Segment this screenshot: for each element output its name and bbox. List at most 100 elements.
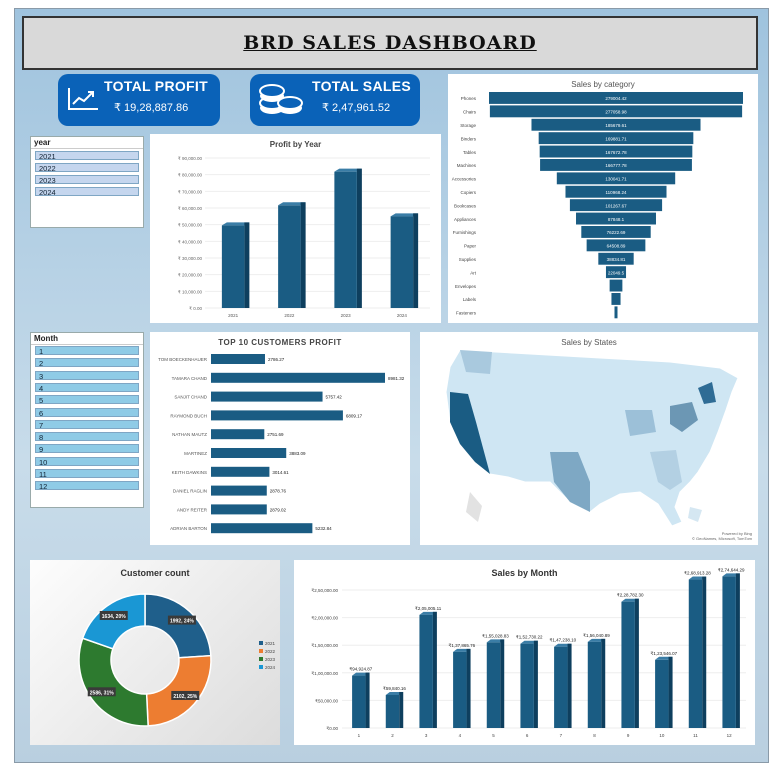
total-profit-card: TOTAL PROFIT ₹ 19,28,887.86	[58, 74, 220, 126]
month-slicer-item-3[interactable]: 3	[35, 370, 139, 381]
bar-side	[668, 656, 673, 728]
donut-data-label: 1634, 20%	[102, 614, 126, 620]
y-tick-label: ₹ 0.00	[189, 306, 202, 311]
month-slicer-item-9[interactable]: 9	[35, 444, 139, 454]
y-tick-label: ₹ 50,000.00	[178, 223, 203, 228]
customer-value-label: 8981.32	[388, 376, 405, 381]
x-tick-label: 3	[425, 733, 428, 738]
y-tick-label: ₹ 10,000.00	[178, 289, 203, 294]
month-slicer-item-5[interactable]: 5	[35, 395, 139, 405]
category-value-label: 87848.1	[608, 217, 625, 222]
bar-side	[567, 643, 572, 728]
month-slicer: Month 1 2 3 4 5 6 7 8 9 10 11 12	[30, 332, 144, 508]
x-tick-label: 2021	[228, 313, 239, 318]
category-label: Binders	[461, 136, 477, 141]
sales-by-category-plot: Phones 279004.42 Chairs 277058.98 Storage 185…	[452, 92, 743, 319]
category-label: Accessories	[452, 177, 477, 182]
category-label: Storage	[460, 123, 476, 128]
month-bar-9	[621, 601, 635, 728]
legend-swatch	[259, 641, 263, 645]
legend-label: 2021	[265, 641, 276, 646]
legend-label: 2022	[265, 649, 276, 654]
customer-name-label: MARTINEZ	[184, 451, 207, 456]
category-value-label: 38834.81	[607, 257, 626, 262]
x-tick-label: 6	[526, 733, 529, 738]
month-slicer-item-12[interactable]: 12	[35, 481, 139, 491]
month-value-label: ₹1,23,546.07	[651, 651, 678, 656]
category-value-label: 277058.98	[605, 110, 627, 115]
month-slicer-item-10[interactable]: 10	[35, 456, 139, 467]
customer-bar	[211, 354, 265, 364]
month-value-label: ₹1,52,730.22	[516, 635, 543, 640]
category-label: Furnishings	[453, 230, 477, 235]
month-slicer-item-1[interactable]: 1	[35, 346, 139, 356]
x-tick-label: 8	[593, 733, 596, 738]
customer-value-label: 5232.84	[315, 526, 332, 531]
category-value-label: 64508.89	[607, 244, 626, 249]
donut-data-label: 1992, 24%	[170, 619, 194, 625]
dashboard-title: BRD SALES DASHBOARD	[243, 32, 537, 54]
year-slicer-title: year	[31, 137, 143, 149]
total-sales-title: TOTAL SALES	[312, 78, 411, 94]
month-value-label: ₹1,56,040.89	[583, 633, 610, 638]
profit-bar-2022	[278, 205, 301, 308]
y-tick-label: ₹ 80,000.00	[178, 173, 203, 178]
category-value-label: 76222.69	[607, 230, 626, 235]
customer-count-chart: Customer count 1992, 24% 2102, 25% 2586, 3…	[30, 560, 280, 745]
x-tick-label: 1	[358, 733, 361, 738]
customer-bar	[211, 372, 385, 383]
year-slicer-item-2024[interactable]: 2024	[35, 187, 139, 197]
month-slicer-item-11[interactable]: 11	[35, 469, 139, 479]
y-tick-label: ₹50,000.00	[315, 698, 338, 703]
category-label: Fasteners	[456, 311, 477, 316]
coins-icon	[259, 84, 303, 114]
month-bar-7	[554, 646, 568, 728]
customer-bar	[211, 523, 313, 534]
customer-value-label: 5757.42	[326, 395, 343, 400]
year-slicer-item-2022[interactable]: 2022	[35, 163, 139, 173]
x-tick-label: 11	[693, 733, 698, 738]
month-bar-5	[486, 642, 501, 728]
x-tick-label: 7	[560, 733, 563, 738]
total-sales-card: TOTAL SALES ₹ 2,47,961.52	[250, 74, 420, 126]
sales-by-category-chart: Sales by category Phones 279004.42 Chairs 2…	[448, 74, 758, 323]
us-states-map[interactable]	[420, 332, 758, 545]
y-tick-label: ₹ 90,000.00	[178, 156, 203, 161]
category-label: Chairs	[463, 110, 477, 115]
profit-by-year-plot: ₹ 0.00 ₹ 10,000.00 ₹ 20,000.00 ₹ 30,000.00 ₹…	[178, 156, 430, 318]
y-tick-label: ₹ 40,000.00	[178, 239, 203, 244]
bar-side	[634, 598, 639, 728]
month-slicer-item-8[interactable]: 8	[35, 432, 139, 442]
year-slicer-item-2021[interactable]: 2021	[35, 151, 139, 161]
month-slicer-item-4[interactable]: 4	[35, 382, 139, 393]
customer-name-label: TAMARA CHAND	[172, 376, 208, 381]
bar-side	[702, 576, 707, 728]
month-bar-12	[722, 576, 736, 728]
legend-swatch	[259, 649, 263, 653]
x-tick-label: 10	[659, 733, 665, 738]
profit-bar-2024	[390, 216, 414, 308]
bar-side	[413, 213, 419, 308]
customer-name-label: KEITH DAWKINS	[172, 470, 207, 475]
customer-name-label: ADRIAN BARTON	[170, 526, 207, 531]
month-bar-6	[520, 643, 534, 728]
donut-data-label: 2102, 25%	[173, 694, 197, 700]
category-label: Bookcases	[454, 203, 477, 208]
bar-side	[244, 222, 250, 308]
bar-side	[356, 168, 362, 308]
month-slicer-item-2[interactable]: 2	[35, 358, 139, 368]
donut-slice-2024	[81, 593, 146, 650]
legend-label: 2023	[265, 657, 276, 662]
month-bar-1	[352, 675, 366, 728]
month-slicer-item-7[interactable]: 7	[35, 419, 139, 430]
x-tick-label: 2024	[397, 313, 408, 318]
month-slicer-item-6[interactable]: 6	[35, 407, 139, 418]
month-value-label: ₹2,05,005.11	[415, 606, 442, 611]
year-slicer-item-2023[interactable]: 2023	[35, 175, 139, 185]
category-label: Phones	[461, 96, 477, 101]
y-tick-label: ₹1,50,000.00	[311, 643, 338, 648]
month-bar-8	[587, 641, 602, 728]
y-tick-label: ₹ 60,000.00	[178, 206, 203, 211]
category-label: Tables	[463, 150, 477, 155]
dashboard-header: BRD SALES DASHBOARD	[22, 16, 758, 70]
